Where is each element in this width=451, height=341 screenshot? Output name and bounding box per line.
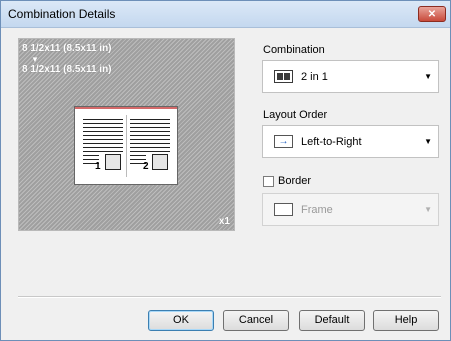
left-to-right-arrow-icon: → bbox=[274, 135, 293, 148]
chevron-down-icon: ▼ bbox=[424, 137, 432, 146]
help-button[interactable]: Help bbox=[373, 310, 439, 331]
preview-page-1: 1 bbox=[83, 116, 123, 176]
page-number-2: 2 bbox=[143, 161, 149, 172]
source-paper-size: 8 1/2x11 (8.5x11 in) bbox=[22, 43, 112, 54]
combination-details-dialog: Combination Details ✕ 8 1/2x11 (8.5x11 i… bbox=[0, 0, 451, 341]
frame-icon bbox=[274, 203, 293, 216]
sheet-top-edge bbox=[75, 107, 177, 109]
output-paper-size: 8 1/2x11 (8.5x11 in) bbox=[22, 64, 112, 75]
layout-order-value: Left-to-Right bbox=[301, 136, 362, 148]
preview-page-2: 2 bbox=[130, 116, 170, 176]
page-divider bbox=[126, 115, 127, 177]
border-label: Border bbox=[278, 175, 312, 187]
default-button[interactable]: Default bbox=[299, 310, 365, 331]
border-style-select[interactable]: Frame ▼ bbox=[262, 193, 439, 226]
close-icon: ✕ bbox=[427, 9, 437, 20]
chevron-down-icon: ▼ bbox=[424, 205, 432, 214]
layout-order-label: Layout Order bbox=[263, 109, 328, 121]
border-checkbox[interactable] bbox=[263, 176, 274, 187]
zoom-scale: x1 bbox=[218, 216, 230, 227]
border-style-value: Frame bbox=[301, 204, 333, 216]
ok-button[interactable]: OK bbox=[148, 310, 214, 331]
two-up-icon bbox=[274, 70, 293, 83]
combination-value: 2 in 1 bbox=[301, 71, 328, 83]
window-title: Combination Details bbox=[8, 7, 116, 21]
page-number-1: 1 bbox=[95, 161, 101, 172]
down-arrow-icon: ▼ bbox=[31, 55, 39, 64]
combination-select[interactable]: 2 in 1 ▼ bbox=[262, 60, 439, 93]
layout-preview: 8 1/2x11 (8.5x11 in) ▼ 8 1/2x11 (8.5x11 … bbox=[18, 38, 235, 231]
close-button[interactable]: ✕ bbox=[418, 6, 446, 22]
preview-sheet: 1 2 bbox=[74, 106, 178, 185]
button-separator bbox=[18, 296, 441, 298]
title-bar: Combination Details ✕ bbox=[1, 1, 450, 28]
combination-label: Combination bbox=[263, 44, 325, 56]
chevron-down-icon: ▼ bbox=[424, 72, 432, 81]
layout-order-select[interactable]: → Left-to-Right ▼ bbox=[262, 125, 439, 158]
cancel-button[interactable]: Cancel bbox=[223, 310, 289, 331]
